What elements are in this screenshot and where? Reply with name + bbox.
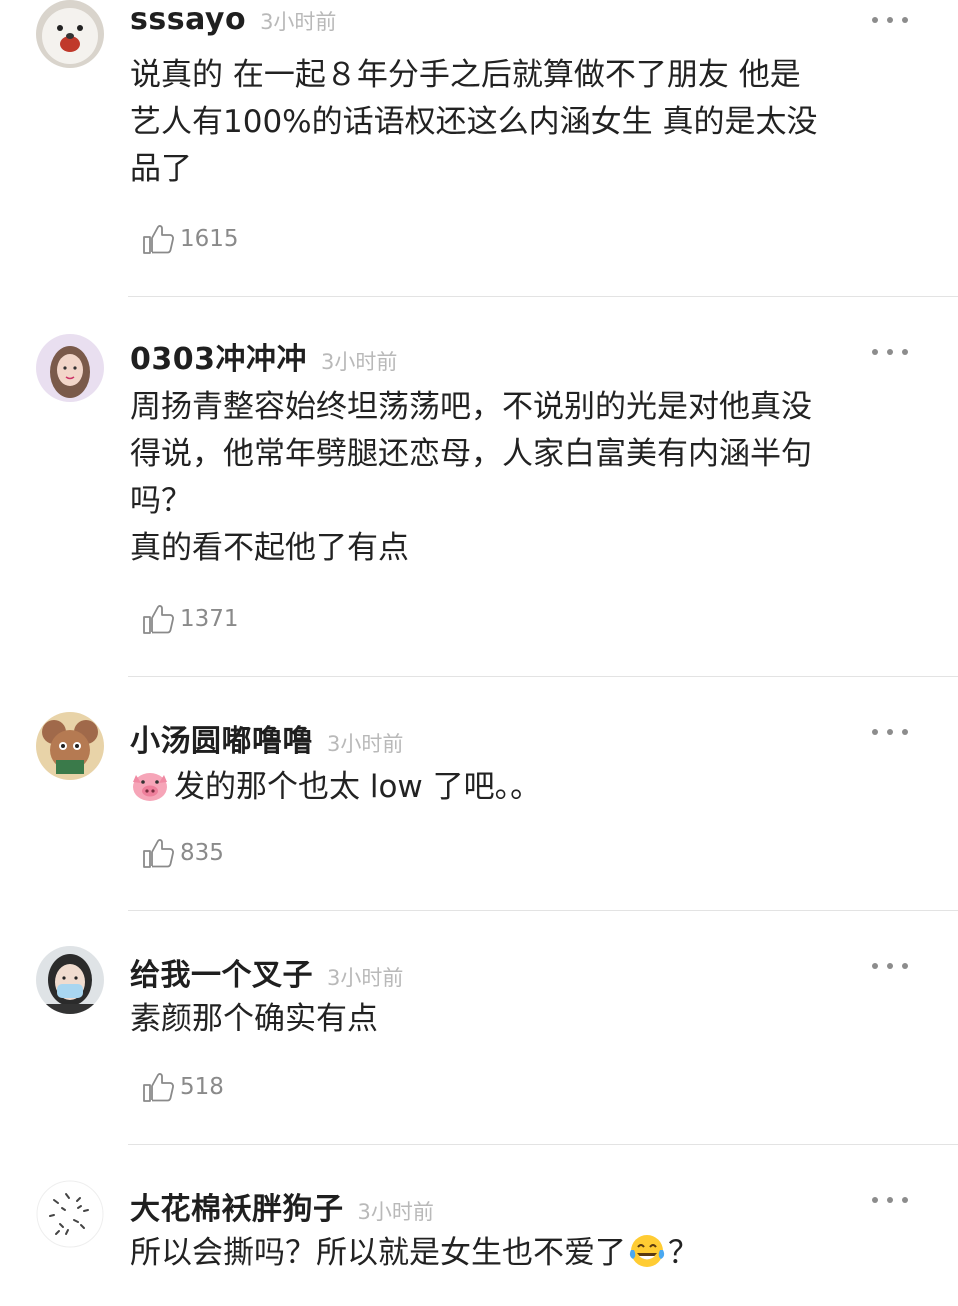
comment-text: 周扬青整容始终坦荡荡吧，不说别的光是对他真没 得说，他常年劈腿还恋母，人家白富美…: [130, 389, 812, 566]
username[interactable]: 0303冲冲冲 3小时前: [130, 334, 397, 378]
username[interactable]: 大花棉袄胖狗子 3小时前: [130, 1184, 434, 1228]
girl-photo-avatar-icon: [36, 334, 104, 402]
username[interactable]: 小汤圆嘟噜噜 3小时前: [130, 716, 403, 760]
more-options-button[interactable]: [872, 726, 908, 738]
avatar[interactable]: [36, 712, 104, 780]
like-button[interactable]: 518: [140, 1070, 224, 1104]
comment-text: 发的那个也太 low 了吧。。: [130, 764, 920, 817]
divider: [128, 910, 958, 911]
like-count: 835: [180, 840, 224, 866]
timestamp: 3小时前: [321, 350, 398, 374]
like-button[interactable]: 835: [140, 836, 224, 870]
timestamp: 3小时前: [260, 10, 337, 34]
timestamp: 3小时前: [357, 1200, 434, 1224]
pig-face-emoji-icon: [130, 767, 170, 817]
timestamp: 3小时前: [327, 966, 404, 990]
comment-text: 素颜那个确实有点: [130, 1001, 378, 1037]
like-button[interactable]: 1615: [140, 222, 239, 256]
username[interactable]: 给我一个叉子 3小时前: [130, 950, 403, 994]
like-button[interactable]: 1371: [140, 602, 239, 636]
comment-text: 说真的 在一起８年分手之后就算做不了朋友 他是 艺人有100%的话语权还这么内涵…: [130, 57, 818, 187]
avatar[interactable]: [36, 1180, 104, 1248]
avatar[interactable]: [36, 334, 104, 402]
avatar[interactable]: [36, 946, 104, 1014]
white-dog-avatar-icon: [36, 0, 104, 68]
like-count: 518: [180, 1074, 224, 1100]
more-options-button[interactable]: [872, 960, 908, 972]
more-options-button[interactable]: [872, 14, 908, 26]
divider: [128, 1144, 958, 1145]
divider: [128, 676, 958, 677]
thumbs-up-icon: [143, 225, 174, 254]
masked-person-avatar-icon: [36, 946, 104, 1014]
thumbs-up-icon: [143, 839, 174, 868]
cartoon-mouse-avatar-icon: [36, 712, 104, 780]
like-count: 1371: [180, 606, 239, 632]
timestamp: 3小时前: [327, 732, 404, 756]
more-options-button[interactable]: [872, 1194, 908, 1206]
thumbs-up-icon: [143, 1073, 174, 1102]
thumbs-up-icon: [143, 605, 174, 634]
divider: [128, 296, 958, 297]
tears-of-joy-emoji-icon: [628, 1233, 666, 1283]
username[interactable]: sssayo 3小时前: [130, 2, 336, 37]
floral-pattern-avatar-icon: [36, 1180, 104, 1248]
like-count: 1615: [180, 226, 239, 252]
comment-text: 所以会撕吗？所以就是女生也不爱了？: [130, 1230, 920, 1283]
more-options-button[interactable]: [872, 346, 908, 358]
avatar[interactable]: [36, 0, 104, 68]
